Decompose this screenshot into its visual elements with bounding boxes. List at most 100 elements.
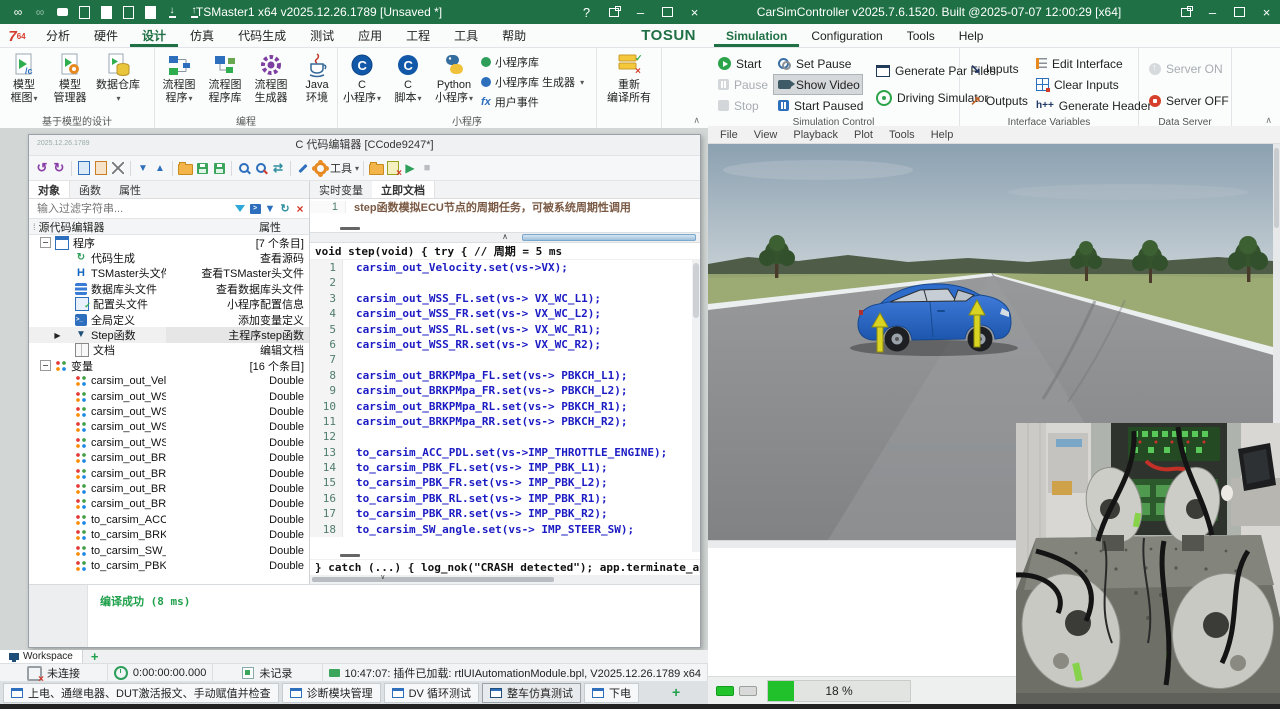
comment-icon[interactable] [52,1,72,23]
code-line[interactable]: 2 [310,275,700,290]
copy-icon[interactable] [76,159,92,177]
video-menu-item[interactable]: Plot [846,129,881,141]
compile-icon[interactable] [385,159,401,177]
stop-icon[interactable]: ■ [419,159,435,177]
menu-item[interactable]: Configuration [799,24,894,47]
menu-item[interactable]: Help [947,24,996,47]
move-down-icon[interactable]: ▼ [135,159,151,177]
filter-input[interactable] [35,202,232,216]
code-line[interactable]: 10 carsim_out_BRKPMpa_RL.set(vs-> PBKCH_… [310,399,700,414]
tree-row[interactable]: 变量 [16 个条目] [29,358,309,373]
link-icon[interactable]: ∞ [8,1,28,23]
menu-item[interactable]: 硬件 [82,24,130,47]
add-test-tab-button[interactable]: + [672,684,680,700]
move-up-icon[interactable]: ▲ [152,159,168,177]
test-flow-tab[interactable]: 诊断模块管理 [282,683,381,703]
applet-library-generator-button[interactable]: 小程序库 生成器▾ [481,74,584,90]
open-file-icon[interactable] [96,1,116,23]
flowchart-program-button[interactable]: 流程图 程序▾ [156,50,202,116]
link-off-icon[interactable]: ∞ [30,1,50,23]
test-flow-tab[interactable]: 上电、通继电器、DUT激活报文、手动赋值并检查 [3,683,279,703]
run-icon[interactable]: ▶ [402,159,418,177]
code-line[interactable]: 4 carsim_out_WSS_FR.set(vs-> VX_WC_L2); [310,306,700,321]
start-paused-button[interactable]: Start Paused [773,95,863,116]
new-file-icon[interactable] [74,1,94,23]
save-icon[interactable] [118,1,138,23]
folder-icon[interactable] [368,159,384,177]
video-menu-item[interactable]: View [746,129,786,141]
menu-item[interactable]: Tools [895,24,947,47]
tree-row[interactable]: Step函数 主程序step函数 [29,327,309,342]
workspace-tab[interactable]: Workspace [0,650,83,663]
tree-row[interactable]: carsim_out_WSS_RL Double [29,420,309,435]
server-off-button[interactable]: Server OFF [1144,90,1234,112]
user-event-button[interactable]: fx 用户事件 [481,94,584,110]
menu-item[interactable]: 仿真 [178,24,226,47]
add-workspace-button[interactable]: + [91,649,99,664]
show-video-button[interactable]: Show Video [773,74,863,95]
code-line[interactable]: 12 [310,429,700,444]
maximize-button[interactable] [1226,0,1253,24]
model-diagram-button[interactable]: /c 模型 框图▾ [1,50,47,116]
left-panel-tab[interactable]: 对象 [29,181,70,198]
code-area[interactable]: 1 carsim_out_Velocity.set(vs->VX); 2 3 c… [310,260,700,552]
video-menu-item[interactable]: Playback [785,129,846,141]
code-line[interactable]: 11 carsim_out_BRKPMpa_RR.set(vs-> PBKCH_… [310,414,700,429]
tree-row[interactable]: 数据库头文件 查看数据库头文件 [29,281,309,296]
code-editor-header[interactable]: 2025.12.26.1789 C 代码编辑器 [CCode9247*] [29,135,700,156]
help-button[interactable]: ? [573,0,600,24]
code-line[interactable]: 8 carsim_out_BRKPMpa_FL.set(vs-> PBKCH_L… [310,368,700,383]
generate-header-button[interactable]: h++Generate Header [1031,95,1157,116]
menu-item[interactable]: 测试 [298,24,346,47]
menu-item[interactable]: 应用 [346,24,394,47]
flowchart-generator-button[interactable]: 流程图 生成器 [248,50,294,116]
tree-row[interactable]: 文档 编辑文档 [29,343,309,358]
code-line[interactable]: 9 carsim_out_BRKPMpa_FR.set(vs-> PBKCH_L… [310,383,700,398]
tree-row[interactable]: to_carsim_SW_angle Double [29,543,309,558]
test-flow-tab[interactable]: 下电 [584,683,639,703]
tree-expand-icon[interactable] [40,237,51,248]
java-environment-button[interactable]: Java 环境 [294,50,340,116]
tree-row[interactable]: to_carsim_BRKPDL Double [29,527,309,542]
applet-library-button[interactable]: 小程序库 [481,54,584,70]
ribbon-collapse-icon[interactable]: ∧ [1265,115,1272,126]
code-line[interactable]: 14 to_carsim_PBK_FL.set(vs-> IMP_PBK_L1)… [310,460,700,475]
model-manager-button[interactable]: 模型 管理器 [47,50,93,116]
save-all-icon[interactable] [211,159,227,177]
restore-layout-button[interactable] [1172,0,1199,24]
tree-row[interactable]: 代码生成 查看源码 [29,250,309,265]
c-script-button[interactable]: C C 脚本▾ [385,50,431,116]
recompile-all-button[interactable]: ✓× 重新 编译所有 [604,50,654,116]
filter-funnel-icon[interactable] [233,202,247,216]
code-line[interactable]: 5 carsim_out_WSS_RL.set(vs-> VX_WC_R1); [310,322,700,337]
search-icon[interactable] [236,159,252,177]
code-vertical-scrollbar[interactable] [692,260,700,552]
video-menu-item[interactable]: File [712,129,746,141]
ribbon-collapse-icon[interactable]: ∧ [693,115,700,126]
swap-icon[interactable]: ⇄ [270,159,286,177]
menu-item[interactable]: 工程 [394,24,442,47]
c-applet-button[interactable]: C C 小程序▾ [339,50,385,116]
code-line[interactable]: 17 to_carsim_PBK_RR.set(vs-> IMP_PBK_R2)… [310,506,700,521]
set-pause-button[interactable]: Set Pause [773,53,863,74]
collapse-down-icon[interactable]: ∨ [380,573,385,581]
python-applet-button[interactable]: Python 小程序▾ [431,50,477,116]
tree-row[interactable]: TSMaster头文件 查看TSMaster头文件 [29,266,309,281]
filter-clear-icon[interactable]: × [293,202,307,216]
code-line[interactable]: 15 to_carsim_PBK_FR.set(vs-> IMP_PBK_L2)… [310,475,700,490]
tree-row[interactable]: carsim_out_WSS_FL Double [29,389,309,404]
filter-console-icon[interactable]: > [248,202,262,216]
save-file-icon[interactable] [194,159,210,177]
right-panel-tab[interactable]: 立即文档 [372,181,435,198]
import-icon[interactable]: ↓ [162,1,182,23]
video-menu-item[interactable]: Tools [881,129,923,141]
minimize-button[interactable]: – [627,0,654,24]
code-line[interactable]: 13 to_carsim_ACC_PDL.set(vs->IMP_THROTTL… [310,445,700,460]
flowchart-library-button[interactable]: 流程图 程序库 [202,50,248,116]
tree-row[interactable]: carsim_out_BRKPMpa_RL Double [29,481,309,496]
outputs-button[interactable]: ↗Outputs [965,90,1023,112]
tree-row[interactable]: carsim_out_Velocity Double [29,374,309,389]
cut-icon[interactable] [110,159,126,177]
paste-icon[interactable] [93,159,109,177]
code-line[interactable]: 16 to_carsim_PBK_RL.set(vs-> IMP_PBK_R1)… [310,491,700,506]
